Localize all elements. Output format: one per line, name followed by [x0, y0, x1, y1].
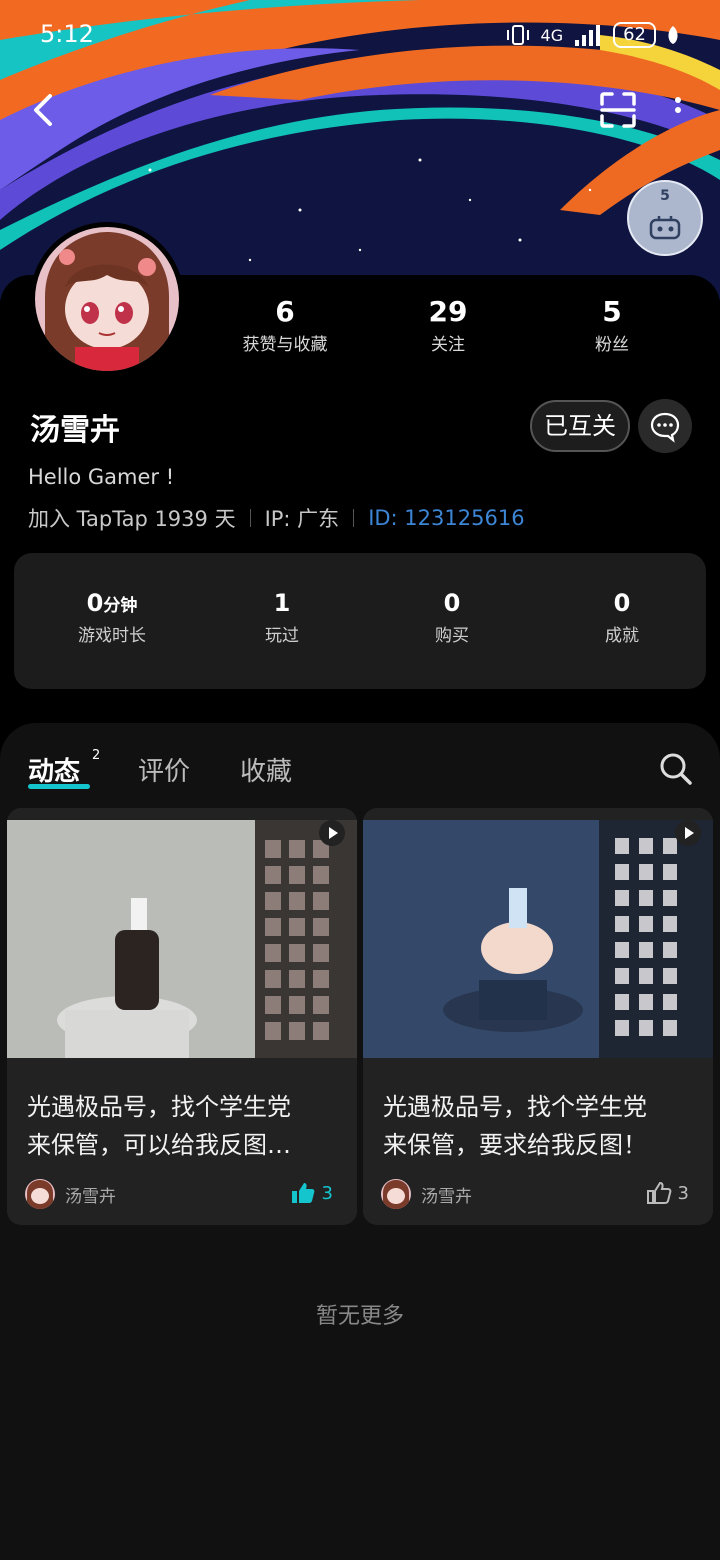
stat-played[interactable]: 1 玩过 — [202, 589, 362, 646]
thumbs-up-filled-icon — [291, 1183, 314, 1203]
stat-label: 玩过 — [265, 626, 299, 646]
signal-icon — [575, 25, 601, 46]
stat-value: 0 — [86, 589, 104, 617]
message-button[interactable] — [638, 399, 692, 453]
play-icon — [319, 820, 345, 846]
bio-text: Hello Gamer ! — [28, 465, 175, 489]
stat-following[interactable]: 29 关注 — [408, 295, 488, 355]
author-name: 汤雪卉 — [65, 1186, 116, 1207]
stat-unit: 分钟 — [103, 596, 138, 616]
network-type: 4G — [540, 25, 564, 45]
stat-label: 购买 — [435, 626, 469, 646]
avatar-image — [35, 227, 179, 371]
stat-value: 0 — [443, 589, 461, 617]
post-title-line: 来保管，要求给我反图！ — [383, 1131, 647, 1159]
gamepad-icon — [649, 216, 681, 240]
mutual-follow-button[interactable]: 已互关 — [530, 400, 630, 452]
stat-label: 获赞与收藏 — [242, 335, 328, 355]
content-panel: 动态 2 评价 收藏 光遇极品号，找个学生党 来保管，可以给我反图… 汤雪卉 3… — [0, 723, 720, 1560]
stat-value: 5 — [602, 295, 622, 328]
post-title: 光遇极品号，找个学生党 来保管，要求给我反图！ — [383, 1088, 695, 1164]
play-icon — [675, 820, 701, 846]
divider — [353, 509, 355, 527]
stat-playtime[interactable]: 0分钟 游戏时长 — [32, 589, 192, 646]
status-icons: 4G 62 — [505, 20, 680, 50]
game-level-badge[interactable]: 5 — [627, 180, 703, 256]
tab-favorites[interactable]: 收藏 — [240, 751, 292, 788]
back-button[interactable] — [24, 88, 64, 132]
divider — [249, 509, 251, 527]
stat-value: 0 — [613, 589, 631, 617]
author-avatar — [381, 1179, 411, 1209]
back-arrow-icon — [34, 94, 52, 126]
vibrate-icon — [506, 25, 529, 45]
ip-location: IP: 广东 — [264, 507, 340, 531]
stat-label: 粉丝 — [595, 335, 629, 355]
post-title-line: 光遇极品号，找个学生党 — [383, 1093, 647, 1121]
like-count: 3 — [677, 1182, 689, 1204]
tab-underline — [28, 784, 90, 789]
post-author[interactable]: 汤雪卉 — [25, 1179, 116, 1209]
scan-button[interactable] — [598, 90, 638, 130]
no-more-text: 暂无更多 — [315, 1304, 404, 1329]
more-button[interactable] — [666, 90, 690, 130]
user-id[interactable]: ID: 123125616 — [368, 506, 524, 530]
video-thumbnail — [7, 820, 357, 1058]
like-button[interactable]: 3 — [646, 1181, 689, 1205]
joined-days: 加入 TapTap 1939 天 — [28, 507, 236, 531]
thumbs-up-outline-icon — [646, 1181, 671, 1204]
author-avatar — [25, 1179, 55, 1209]
stat-value: 29 — [428, 295, 468, 328]
stat-purchased[interactable]: 0 购买 — [372, 589, 532, 646]
author-name: 汤雪卉 — [421, 1186, 472, 1207]
search-button[interactable] — [656, 749, 696, 789]
profile-meta: 加入 TapTap 1939 天 IP: 广东 ID: 123125616 — [28, 503, 525, 533]
leaf-icon — [668, 26, 678, 44]
post-title: 光遇极品号，找个学生党 来保管，可以给我反图… — [27, 1088, 339, 1164]
like-button[interactable]: 3 — [290, 1181, 333, 1205]
username: 汤雪卉 — [30, 413, 120, 448]
post-author[interactable]: 汤雪卉 — [381, 1179, 472, 1209]
battery-level: 62 — [613, 22, 656, 48]
post-title-line: 来保管，可以给我反图… — [27, 1131, 291, 1159]
avatar[interactable] — [30, 222, 184, 376]
stat-likes-favorites[interactable]: 6 获赞与收藏 — [230, 295, 340, 355]
stat-label: 成就 — [605, 626, 639, 646]
stat-label: 关注 — [431, 335, 465, 355]
stat-achievements[interactable]: 0 成就 — [542, 589, 702, 646]
status-bar: 5:12 4G 62 — [0, 0, 720, 70]
tab-moments[interactable]: 动态 — [28, 751, 80, 788]
game-stats-card: 0分钟 游戏时长 1 玩过 0 购买 0 成就 — [14, 553, 706, 689]
like-count: 3 — [321, 1182, 333, 1204]
chat-bubble-icon — [650, 412, 680, 443]
more-vertical-icon — [675, 97, 681, 113]
stat-followers[interactable]: 5 粉丝 — [572, 295, 652, 355]
post-card[interactable]: 光遇极品号，找个学生党 来保管，要求给我反图！ 汤雪卉 3 — [363, 808, 713, 1225]
stat-value: 6 — [275, 295, 295, 328]
tab-reviews[interactable]: 评价 — [138, 751, 190, 788]
status-time: 5:12 — [40, 20, 94, 48]
stat-label: 游戏时长 — [78, 626, 146, 646]
video-thumbnail — [363, 820, 713, 1058]
tab-badge: 2 — [92, 748, 101, 763]
post-title-line: 光遇极品号，找个学生党 — [27, 1093, 291, 1121]
post-card[interactable]: 光遇极品号，找个学生党 来保管，可以给我反图… 汤雪卉 3 — [7, 808, 357, 1225]
scan-icon — [600, 92, 636, 128]
search-icon — [660, 753, 692, 785]
stat-value: 1 — [273, 589, 291, 617]
